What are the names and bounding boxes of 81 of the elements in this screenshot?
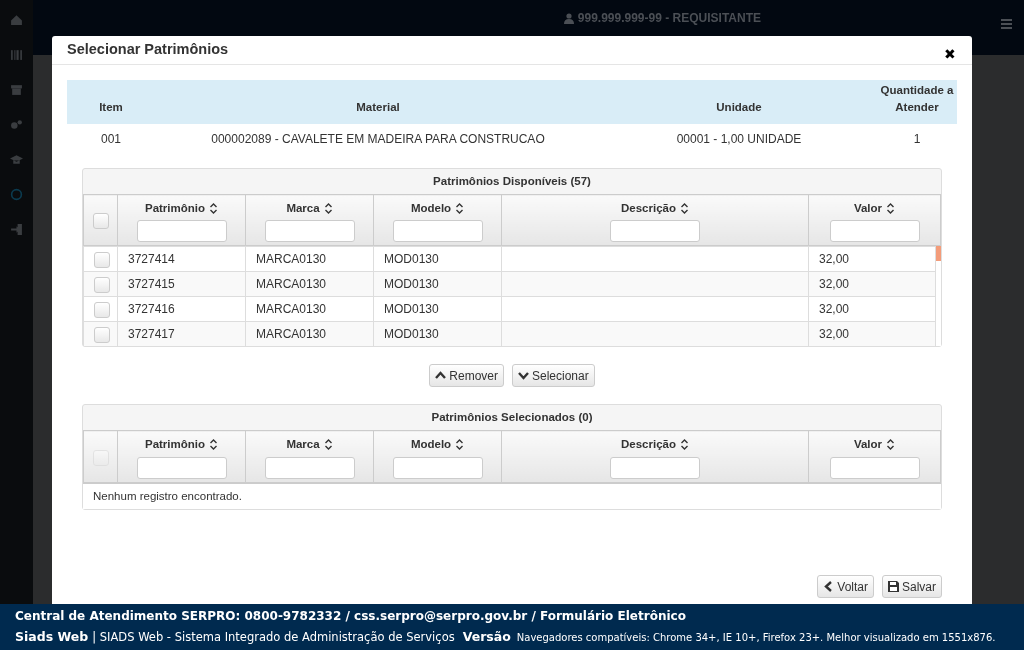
system-name: | SIADS Web - Sistema Integrado de Administração de Serviços [92,629,455,647]
row-checkbox[interactable] [94,302,110,319]
sort-icon[interactable] [680,439,689,451]
column-header: Material [155,80,601,124]
table-cell: 3727416 [128,302,175,317]
save-button[interactable]: Salvar [882,575,942,598]
column-header[interactable]: Modelo [410,200,465,218]
column-header[interactable]: Descrição [621,436,689,454]
sort-icon[interactable] [886,203,896,215]
browser-note: Navegadores compatíveis: Chrome 34+, IE 10+, Firefox 23+. Melhor visualizado em 1551x876. [516,631,996,646]
filter-field[interactable] [610,220,700,243]
row-checkbox[interactable] [94,252,110,269]
table-cell: MARCA0130 [256,302,327,317]
column-header: Quantidade a Atender [877,80,957,124]
column-header[interactable]: Marca [286,200,333,218]
table-cell: 32,00 [819,252,850,267]
table-cell: MARCA0130 [256,277,327,292]
table-cell: MARCA0130 [256,327,327,342]
column-header: Unidade [601,80,877,124]
column-header: Item [67,80,155,124]
remove-button[interactable]: Remover [429,364,504,388]
filter-field[interactable] [264,456,355,479]
close-button[interactable]: ✖ [944,43,956,65]
circle-icon[interactable] [10,188,23,201]
filter-field[interactable] [136,220,227,243]
filter-field[interactable] [829,220,920,243]
table-cell: 3727415 [128,277,175,292]
table-cell: MOD0130 [384,277,439,292]
brand-name: Siads Web [15,628,89,647]
archive-icon[interactable] [10,83,23,96]
menu-icon[interactable] [1001,19,1012,29]
sort-icon[interactable] [455,203,465,215]
table-cell: MOD0130 [384,252,439,267]
modal-title: Selecionar Patrimônios [67,40,229,60]
sort-icon[interactable] [455,439,465,451]
table-cell: 1 [877,124,957,154]
table-cell: 3727417 [128,327,175,342]
column-header[interactable]: Modelo [410,436,465,454]
filter-field[interactable] [136,456,227,479]
table-cell: 000002089 - CAVALETE EM MADEIRA PARA CONSTRUCAO [155,124,601,154]
table-cell: MARCA0130 [256,252,327,267]
row-checkbox[interactable] [94,327,110,344]
column-header[interactable]: Marca [286,436,333,454]
column-header[interactable]: Valor [853,200,896,218]
back-button[interactable]: Voltar [817,575,874,598]
table-cell: MOD0130 [384,327,439,342]
home-icon[interactable] [10,13,23,26]
sort-icon[interactable] [323,203,333,215]
column-header[interactable]: Valor [853,436,896,454]
row-checkbox[interactable] [94,277,110,294]
table-cell: 001 [67,124,155,154]
user-label: 999.999.999-99 - REQUISITANTE [563,9,761,27]
contact-info: Central de Atendimento SERPRO: 0800-9782332 / css.serpro@serpro.gov.br / Formulário Eletrônico [15,608,687,625]
scrollbar[interactable] [936,246,941,347]
empty-message: Nenhum registro encontrado. [93,489,242,502]
table-cell: 32,00 [819,327,850,342]
sort-icon[interactable] [323,439,333,451]
sort-icon[interactable] [209,203,219,215]
select-button[interactable]: Selecionar [512,364,595,388]
filter-field[interactable] [392,456,483,479]
sort-icon[interactable] [209,439,219,451]
graduation-cap-icon[interactable] [10,153,23,166]
sort-icon[interactable] [886,439,896,451]
table-cell: MOD0130 [384,302,439,317]
sort-icon[interactable] [680,203,689,215]
column-header[interactable]: Descrição [621,200,689,218]
filter-field[interactable] [829,456,920,479]
filter-field[interactable] [610,456,700,479]
panel-title: Patrimônios Disponíveis (57) [432,174,592,189]
select-all-checkbox[interactable] [92,213,109,230]
panel-title: Patrimônios Selecionados (0) [430,410,594,426]
table-cell: 00001 - 1,00 UNIDADE [601,124,877,154]
barcode-icon[interactable] [10,48,23,61]
version-label: Versão [462,628,511,647]
filter-field[interactable] [264,220,355,243]
chevron-down-icon [518,370,529,382]
user-icon [563,12,574,24]
table-cell: 3727414 [128,252,175,267]
filter-field[interactable] [392,220,483,243]
table-cell: 32,00 [819,302,850,317]
table-cell: 32,00 [819,277,850,292]
